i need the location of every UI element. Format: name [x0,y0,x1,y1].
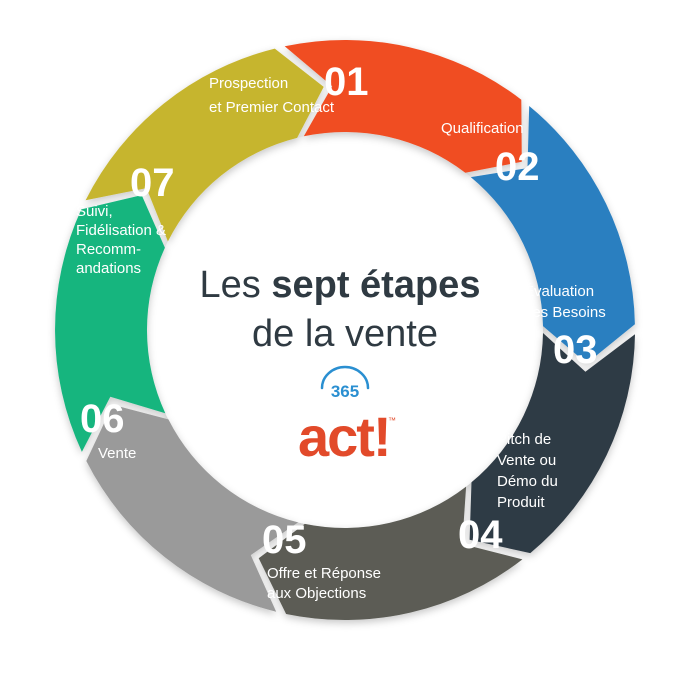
logo-365-badge: 365 [331,382,359,401]
step-02-number: 02 [495,145,540,189]
step-01-number: 01 [324,60,369,104]
step-04-number: 04 [458,513,503,557]
diagram-title-line-2: de la vente [252,313,438,355]
step-03-number: 03 [553,328,598,372]
logo-wordmark: act! [298,405,390,468]
step-02-label: Qualification [441,120,524,137]
sales-cycle-diagram: 01 Prospection et Premier Contact Qualif… [55,39,635,621]
diagram-title-line-1: Les sept étapes [200,264,481,306]
step-05-number: 05 [262,518,307,562]
step-06-number: 06 [80,397,125,441]
step-06-label: Vente [98,445,136,462]
logo-trademark: ™ [388,416,396,425]
step-07-number: 07 [130,161,175,205]
